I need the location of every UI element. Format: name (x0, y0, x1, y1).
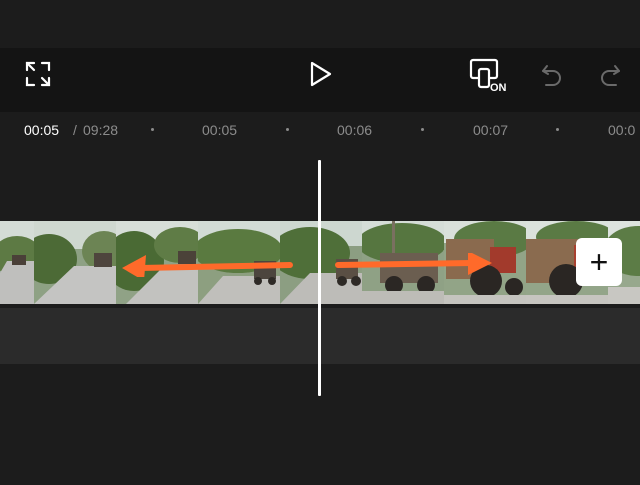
left-arrow-annotation (122, 255, 293, 277)
total-duration: 09:28 (83, 122, 119, 138)
add-clip-button[interactable]: + (576, 238, 622, 286)
tick-label: 00:07 (473, 122, 509, 138)
time-separator: / (73, 122, 77, 138)
clip-frame (34, 221, 116, 304)
play-icon (310, 61, 332, 87)
undo-icon (542, 65, 561, 86)
tick-dot (151, 128, 154, 131)
time-ruler[interactable]: 00:05 / 09:28 00:05 00:06 00:07 00:0 (0, 112, 640, 146)
preview-toolbar: ON (0, 48, 640, 112)
play-button[interactable] (306, 60, 334, 88)
playhead-cursor[interactable] (318, 160, 321, 396)
current-time: 00:05 (24, 122, 60, 138)
auto-reframe-toggle[interactable]: ON (468, 57, 510, 95)
redo-icon (601, 65, 620, 86)
plus-icon: + (589, 244, 609, 280)
tick-dot (556, 128, 559, 131)
undo-button[interactable] (538, 60, 566, 88)
tick-label: 00:05 (202, 122, 238, 138)
clip-frame (0, 221, 34, 304)
tick-dot (286, 128, 289, 131)
tick-label: 00:0 (608, 122, 636, 138)
fullscreen-expand-icon[interactable] (24, 60, 52, 88)
screen-on-icon: ON (469, 58, 507, 94)
auto-reframe-badge: ON (490, 82, 507, 94)
tick-dot (421, 128, 424, 131)
redo-button[interactable] (596, 60, 624, 88)
right-arrow-annotation (335, 253, 492, 275)
tick-label: 00:06 (337, 122, 373, 138)
